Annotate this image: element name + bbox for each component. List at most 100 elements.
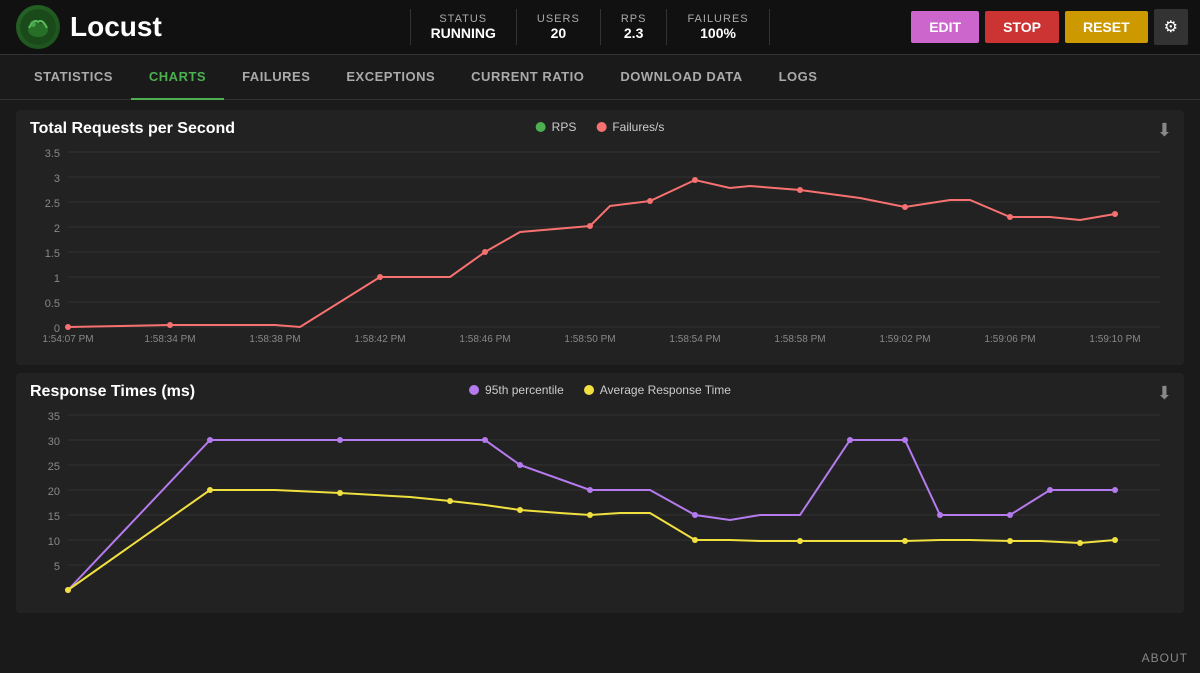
avg-dot	[692, 537, 698, 543]
avg-legend-dot	[584, 385, 594, 395]
avg-dot	[1112, 537, 1118, 543]
svg-text:1:59:02 PM: 1:59:02 PM	[879, 334, 930, 345]
rps-legend-dot	[536, 122, 546, 132]
failures-dot	[167, 322, 173, 328]
logo-area: Locust	[0, 5, 280, 49]
failures-dot	[797, 187, 803, 193]
svg-text:1:58:38 PM: 1:58:38 PM	[249, 334, 300, 345]
app-title: Locust	[70, 11, 162, 43]
svg-text:3: 3	[54, 173, 60, 185]
p95-dot	[1047, 487, 1053, 493]
users-indicator: USERS 20	[517, 9, 601, 45]
failures-dot	[65, 324, 71, 330]
nav-statistics[interactable]: STATISTICS	[16, 55, 131, 100]
charts-area: Total Requests per Second RPS Failures/s…	[0, 100, 1200, 673]
avg-dot	[517, 507, 523, 513]
nav-download-data[interactable]: DOWNLOAD DATA	[602, 55, 760, 100]
response-download-icon[interactable]: ⬇	[1157, 383, 1172, 404]
rps-download-icon[interactable]: ⬇	[1157, 120, 1172, 141]
p95-dot	[692, 512, 698, 518]
failures-legend-item: Failures/s	[596, 120, 664, 134]
svg-text:1:59:06 PM: 1:59:06 PM	[984, 334, 1035, 345]
avg-dot	[797, 538, 803, 544]
header-buttons: EDIT STOP RESET ⚙	[899, 9, 1200, 45]
users-value: 20	[537, 25, 580, 41]
settings-button[interactable]: ⚙	[1154, 9, 1188, 45]
rps-chart-legend: RPS Failures/s	[536, 120, 665, 134]
avg-dot	[1077, 540, 1083, 546]
failures-dot	[1007, 214, 1013, 220]
failures-dot	[482, 249, 488, 255]
avg-dot	[902, 538, 908, 544]
p95-dot	[902, 437, 908, 443]
nav-failures[interactable]: FAILURES	[224, 55, 328, 100]
p95-legend-dot	[469, 385, 479, 395]
status-items: STATUS RUNNING USERS 20 RPS 2.3 FAILURES…	[280, 9, 899, 45]
svg-text:1:54:07 PM: 1:54:07 PM	[42, 334, 93, 345]
avg-dot	[1007, 538, 1013, 544]
svg-text:1: 1	[54, 273, 60, 285]
response-chart-svg: 35 30 25 20 15 10 5	[30, 405, 1170, 600]
svg-text:0.5: 0.5	[45, 298, 60, 310]
avg-legend-label: Average Response Time	[600, 383, 731, 397]
avg-dot	[337, 490, 343, 496]
nav-current-ratio[interactable]: CURRENT RATIO	[453, 55, 602, 100]
svg-text:1:58:54 PM: 1:58:54 PM	[669, 334, 720, 345]
failures-dot	[587, 223, 593, 229]
svg-text:20: 20	[48, 486, 60, 498]
p95-legend-label: 95th percentile	[485, 383, 564, 397]
users-label: USERS	[537, 13, 580, 25]
svg-text:1:59:10 PM: 1:59:10 PM	[1089, 334, 1140, 345]
response-chart-legend: 95th percentile Average Response Time	[469, 383, 731, 397]
failures-dot	[902, 204, 908, 210]
status-indicator: STATUS RUNNING	[410, 9, 517, 45]
edit-button[interactable]: EDIT	[911, 11, 979, 43]
stop-button[interactable]: STOP	[985, 11, 1059, 43]
p95-dot	[587, 487, 593, 493]
nav-logs[interactable]: LOGS	[761, 55, 836, 100]
svg-text:2: 2	[54, 223, 60, 235]
p95-dot	[337, 437, 343, 443]
avg-dot	[447, 498, 453, 504]
p95-dot	[482, 437, 488, 443]
failures-legend-dot	[596, 122, 606, 132]
nav-exceptions[interactable]: EXCEPTIONS	[328, 55, 453, 100]
avg-legend-item: Average Response Time	[584, 383, 731, 397]
logo-icon	[16, 5, 60, 49]
failures-dot	[377, 274, 383, 280]
header: Locust STATUS RUNNING USERS 20 RPS 2.3 F…	[0, 0, 1200, 55]
rps-indicator: RPS 2.3	[601, 9, 668, 45]
svg-text:3.5: 3.5	[45, 148, 60, 160]
avg-dot	[207, 487, 213, 493]
nav-charts[interactable]: CHARTS	[131, 55, 224, 100]
svg-text:1:58:50 PM: 1:58:50 PM	[564, 334, 615, 345]
about-badge[interactable]: ABOUT	[1142, 651, 1188, 665]
svg-text:2.5: 2.5	[45, 198, 60, 210]
status-value: RUNNING	[431, 25, 496, 41]
p95-dot	[1112, 487, 1118, 493]
p95-dot	[207, 437, 213, 443]
p95-dot	[1007, 512, 1013, 518]
reset-button[interactable]: RESET	[1065, 11, 1148, 43]
rps-legend-item: RPS	[536, 120, 577, 134]
rps-value: 2.3	[621, 25, 647, 41]
failures-label: FAILURES	[687, 13, 748, 25]
rps-label: RPS	[621, 13, 647, 25]
failures-dot	[647, 198, 653, 204]
rps-legend-label: RPS	[552, 120, 577, 134]
p95-dot	[517, 462, 523, 468]
p95-legend-item: 95th percentile	[469, 383, 564, 397]
status-label: STATUS	[431, 13, 496, 25]
avg-dot	[65, 587, 71, 593]
avg-dot	[587, 512, 593, 518]
p95-dot	[847, 437, 853, 443]
svg-text:1:58:46 PM: 1:58:46 PM	[459, 334, 510, 345]
svg-text:25: 25	[48, 461, 60, 473]
svg-text:15: 15	[48, 511, 60, 523]
svg-text:1:58:42 PM: 1:58:42 PM	[354, 334, 405, 345]
svg-text:10: 10	[48, 536, 60, 548]
svg-text:1:58:58 PM: 1:58:58 PM	[774, 334, 825, 345]
svg-text:35: 35	[48, 411, 60, 423]
failures-dot	[1112, 211, 1118, 217]
nav: STATISTICS CHARTS FAILURES EXCEPTIONS CU…	[0, 55, 1200, 100]
